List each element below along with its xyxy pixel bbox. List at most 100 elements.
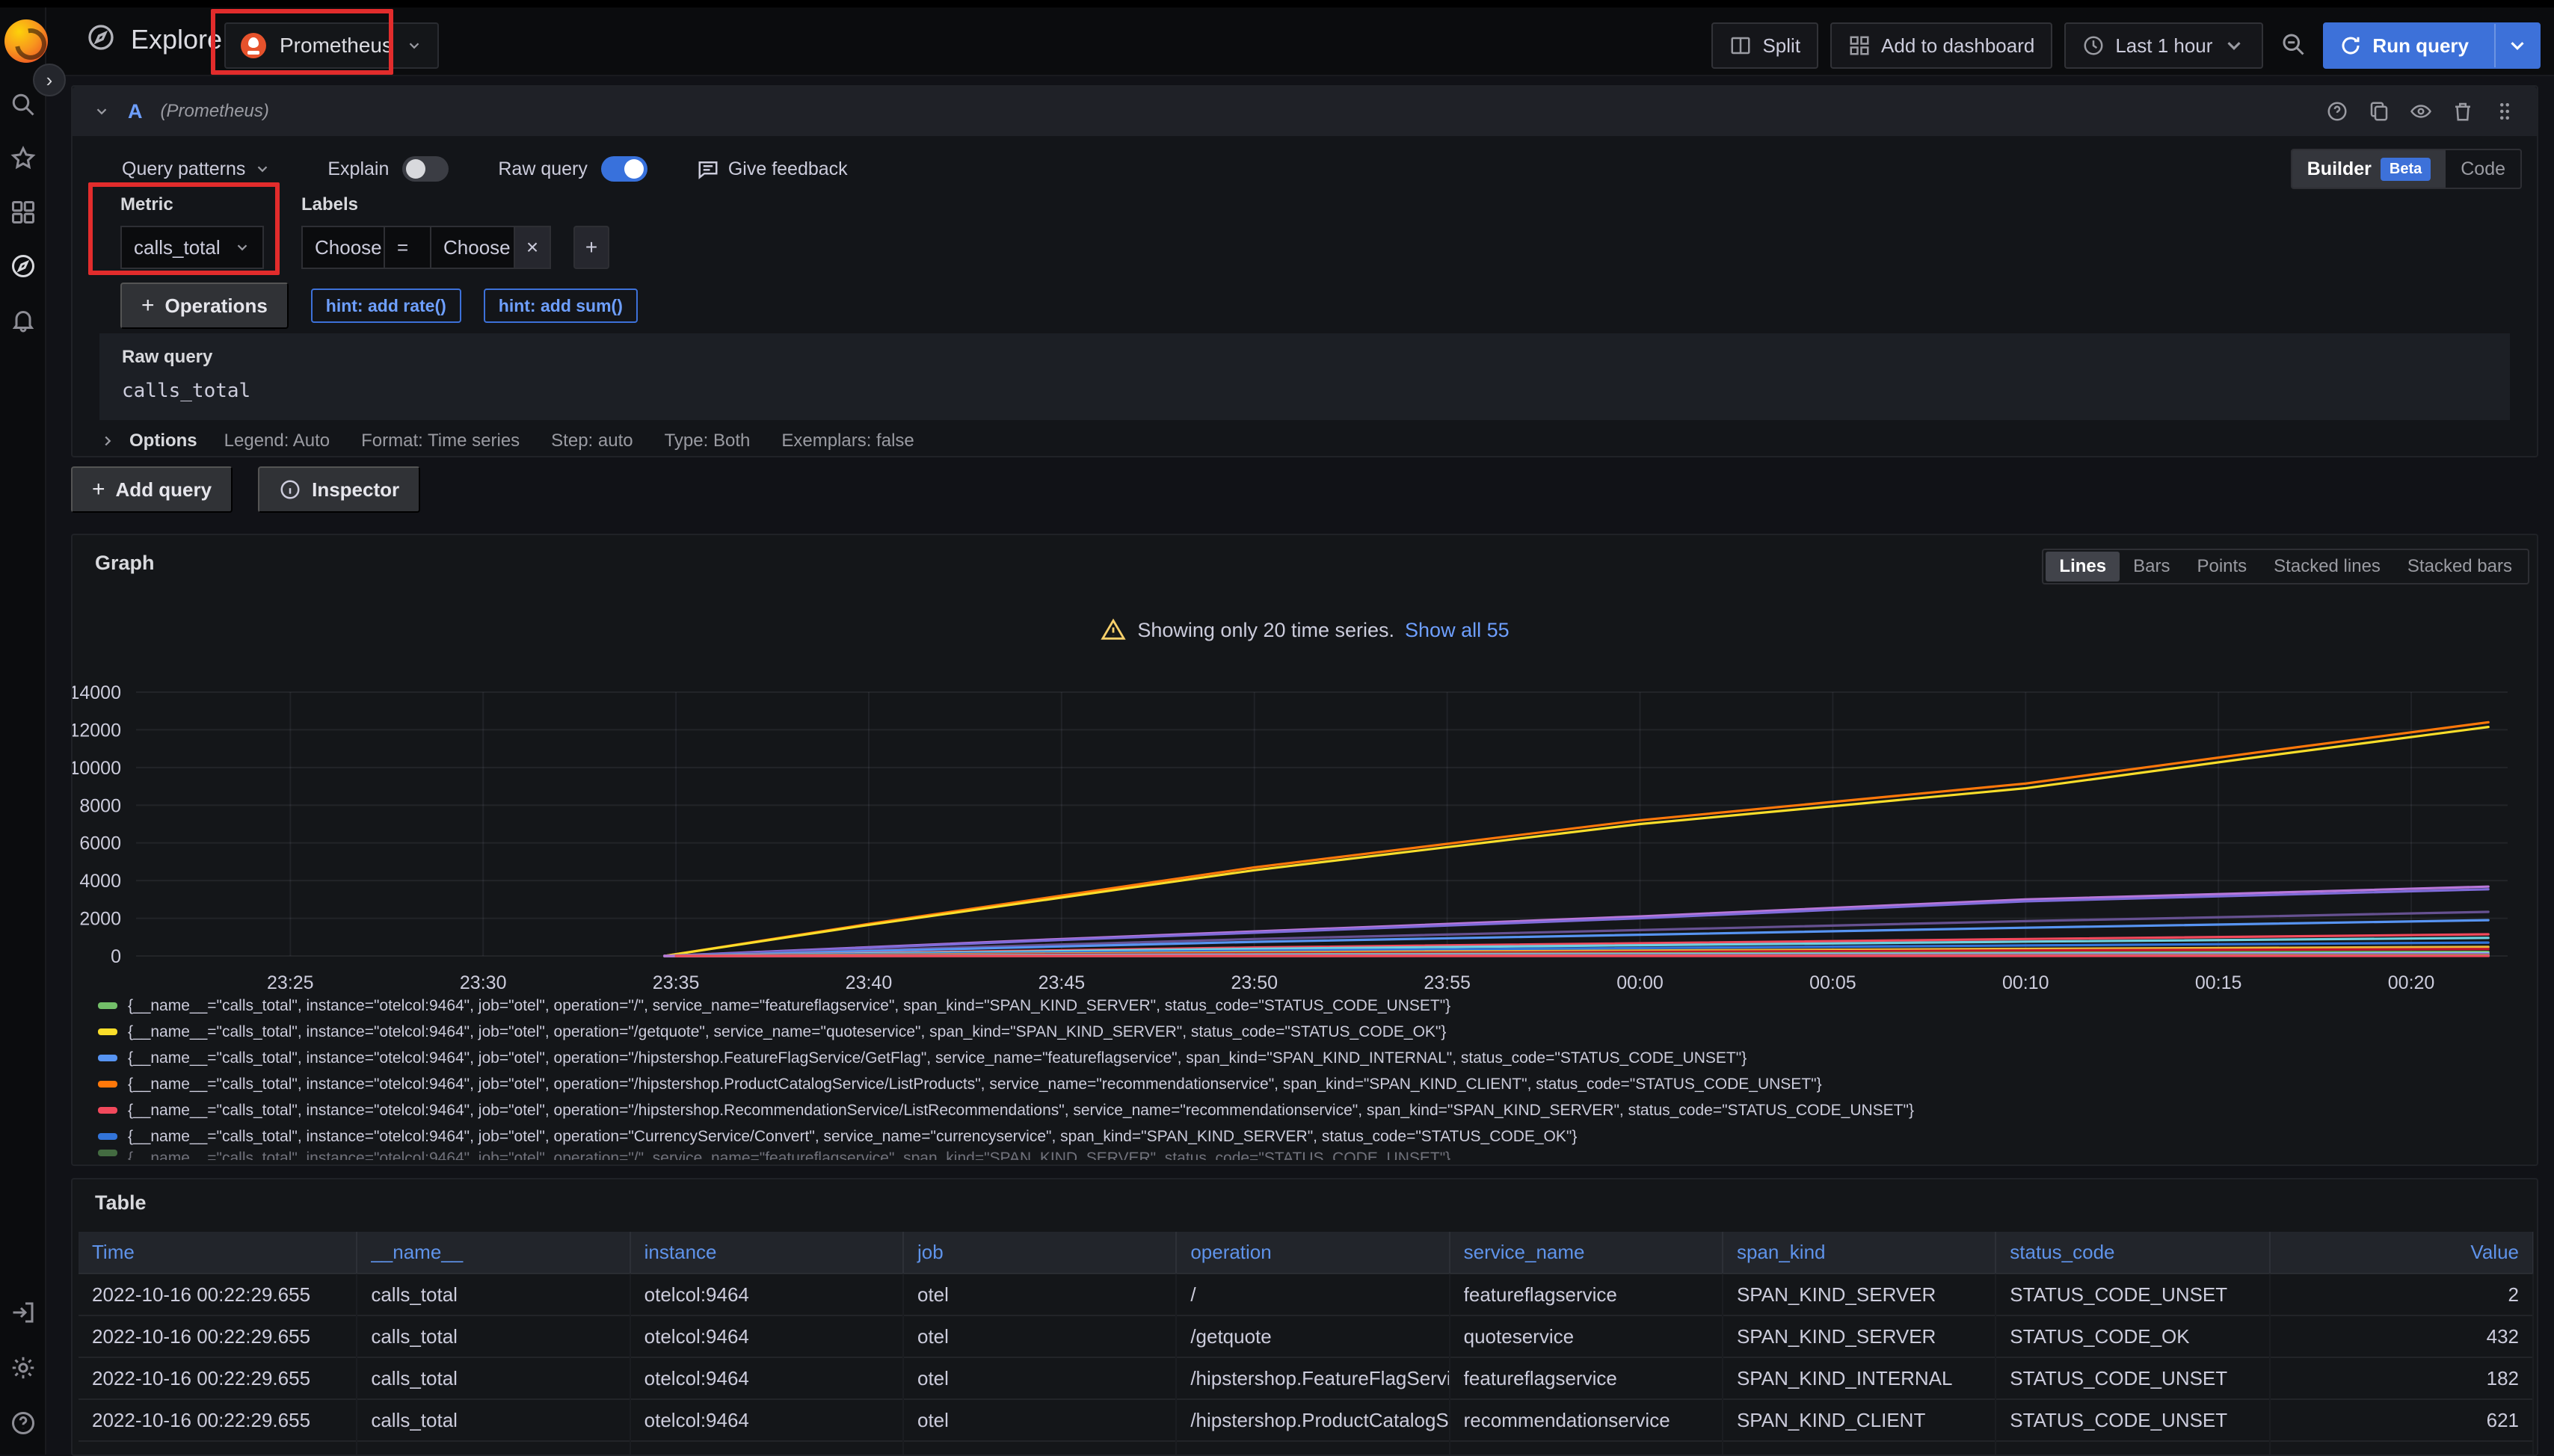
help-circle-icon[interactable] bbox=[2326, 100, 2348, 123]
legend-item[interactable]: {__name__="calls_total", instance="otelc… bbox=[98, 1097, 2522, 1123]
table-cell: otel bbox=[903, 1399, 1176, 1441]
eye-icon[interactable] bbox=[2410, 100, 2432, 123]
query-options-row[interactable]: Options Legend: AutoFormat: Time seriesS… bbox=[99, 425, 2510, 457]
inspector-button[interactable]: Inspector bbox=[258, 466, 420, 513]
collapse-chevron-icon[interactable] bbox=[93, 103, 110, 120]
legend-item[interactable]: {__name__="calls_total", instance="otelc… bbox=[98, 1045, 2522, 1071]
label-key-select[interactable]: Choose bbox=[301, 226, 385, 269]
table-cell: recommendationservice bbox=[1450, 1399, 1723, 1441]
add-query-button[interactable]: + Add query bbox=[71, 466, 233, 513]
query-option-item: Legend: Auto bbox=[224, 431, 330, 451]
raw-query-value: calls_total bbox=[122, 380, 2487, 402]
x-axis-tick-label: 23:50 bbox=[1231, 972, 1278, 993]
explore-compass-icon[interactable] bbox=[10, 253, 37, 280]
legend-label: {__name__="calls_total", instance="otelc… bbox=[128, 1023, 1446, 1041]
table-column-header-value[interactable]: Value bbox=[2270, 1232, 2533, 1274]
bell-icon[interactable] bbox=[10, 306, 37, 333]
table-cell: /hipstershop.ProductCatalogS… bbox=[1176, 1399, 1449, 1441]
metric-label: Metric bbox=[120, 194, 264, 215]
hint-add-rate-button[interactable]: hint: add rate() bbox=[311, 289, 461, 323]
trash-icon[interactable] bbox=[2452, 100, 2474, 123]
hint-add-sum-button[interactable]: hint: add sum() bbox=[484, 289, 638, 323]
tab-code[interactable]: Code bbox=[2446, 150, 2520, 188]
graph-panel: Graph LinesBarsPointsStacked linesStacke… bbox=[71, 534, 2538, 1166]
tab-builder[interactable]: Builder Beta bbox=[2292, 150, 2446, 188]
table-column-header-time[interactable]: Time bbox=[79, 1232, 357, 1274]
table-column-header-span-kind[interactable]: span_kind bbox=[1723, 1232, 1995, 1274]
label-value-select[interactable]: Choose bbox=[431, 226, 515, 269]
legend-swatch bbox=[98, 1055, 117, 1061]
drag-handle-icon[interactable] bbox=[2493, 100, 2516, 123]
x-axis-tick-label: 23:40 bbox=[846, 972, 893, 993]
x-axis-tick-label: 00:15 bbox=[2195, 972, 2242, 993]
y-axis-tick-label: 14000 bbox=[73, 682, 121, 703]
dashboards-apps-icon[interactable] bbox=[10, 199, 37, 226]
query-option-item: Exemplars: false bbox=[781, 431, 914, 451]
table-cell: calls_total bbox=[357, 1399, 630, 1441]
table-column-header--name-[interactable]: __name__ bbox=[357, 1232, 630, 1274]
time-range-picker[interactable]: Last 1 hour bbox=[2064, 22, 2263, 69]
operations-button[interactable]: + Operations bbox=[120, 283, 289, 329]
dashboard-grid-icon bbox=[1848, 34, 1871, 57]
legend-item[interactable]: {__name__="calls_total", instance="otelc… bbox=[98, 1123, 2522, 1150]
search-icon[interactable] bbox=[10, 91, 37, 118]
beta-badge: Beta bbox=[2381, 158, 2431, 181]
legend-item[interactable]: {__name__="calls_total", instance="otelc… bbox=[98, 993, 2522, 1019]
split-button[interactable]: Split bbox=[1711, 22, 1818, 69]
legend-label: {__name__="calls_total", instance="otelc… bbox=[128, 1128, 1577, 1146]
table-column-header-operation[interactable]: operation bbox=[1176, 1232, 1449, 1274]
table-cell: 2022-10-16 00:22:29.655 bbox=[79, 1441, 357, 1456]
table-column-header-service-name[interactable]: service_name bbox=[1450, 1232, 1723, 1274]
raw-query-toggle[interactable] bbox=[601, 156, 647, 182]
y-axis-tick-label: 10000 bbox=[73, 758, 121, 779]
table-cell: otelcol:9464 bbox=[630, 1274, 903, 1315]
copy-icon[interactable] bbox=[2368, 100, 2390, 123]
chevron-right-icon bbox=[99, 433, 116, 449]
clock-icon bbox=[2082, 34, 2105, 57]
label-operator-select[interactable]: = bbox=[385, 226, 431, 269]
chevron-down-icon bbox=[406, 37, 422, 54]
table-cell: featureflagservice bbox=[1450, 1274, 1723, 1315]
time-range-zoom-out-button[interactable] bbox=[2280, 31, 2307, 61]
table-cell: STATUS_CODE_UNSET bbox=[1995, 1274, 2269, 1315]
refresh-icon bbox=[2339, 34, 2362, 57]
table-column-header-job[interactable]: job bbox=[903, 1232, 1176, 1274]
star-icon[interactable] bbox=[10, 145, 37, 172]
chevron-down-icon bbox=[2223, 34, 2245, 57]
time-series-chart[interactable]: 0200040006000800010000120001400023:2523:… bbox=[73, 535, 2540, 999]
table-column-header-status-code[interactable]: status_code bbox=[1995, 1232, 2269, 1274]
query-row-header[interactable]: A (Prometheus) bbox=[73, 87, 2537, 136]
grafana-logo[interactable] bbox=[4, 19, 48, 63]
legend-item[interactable]: {__name__="calls_total", instance="otelc… bbox=[98, 1071, 2522, 1097]
add-label-filter-button[interactable]: + bbox=[573, 226, 609, 269]
run-query-dropdown[interactable] bbox=[2494, 24, 2539, 67]
table-cell: calls_total bbox=[357, 1357, 630, 1399]
query-editor-row: A (Prometheus) Query patterns Explain Ra… bbox=[71, 85, 2538, 457]
gear-icon[interactable] bbox=[10, 1354, 37, 1381]
legend-item[interactable]: {__name__="calls_total", instance="otelc… bbox=[98, 1019, 2522, 1045]
y-axis-tick-label: 12000 bbox=[73, 720, 121, 741]
remove-label-filter-button[interactable]: × bbox=[515, 226, 551, 269]
table-column-header-instance[interactable]: instance bbox=[630, 1232, 903, 1274]
give-feedback-link[interactable]: Give feedback bbox=[697, 158, 848, 180]
table-cell: otel bbox=[903, 1357, 1176, 1399]
legend-label: {__name__="calls_total", instance="otelc… bbox=[128, 1076, 1822, 1093]
table-cell: STATUS_CODE_UNSET bbox=[1995, 1441, 2269, 1456]
table-cell: otel bbox=[903, 1441, 1176, 1456]
prometheus-logo-icon bbox=[241, 33, 266, 58]
add-to-dashboard-button[interactable]: Add to dashboard bbox=[1830, 22, 2052, 69]
metric-select[interactable]: calls_total bbox=[120, 226, 264, 269]
datasource-picker[interactable]: Prometheus bbox=[224, 22, 439, 69]
table-cell: recommendationservice bbox=[1450, 1441, 1723, 1456]
explain-toggle[interactable] bbox=[402, 156, 449, 182]
table-cell: otel bbox=[903, 1274, 1176, 1315]
graph-legend: {__name__="calls_total", instance="otelc… bbox=[98, 993, 2522, 1162]
table-cell: 2022-10-16 00:22:29.655 bbox=[79, 1399, 357, 1441]
sidebar-expand-button[interactable]: › bbox=[33, 64, 66, 96]
legend-item-clipped[interactable]: {__name__="calls_total", instance="otelc… bbox=[98, 1150, 2522, 1160]
run-query-button[interactable]: Run query bbox=[2323, 22, 2541, 69]
sign-in-icon[interactable] bbox=[10, 1299, 37, 1326]
table-cell: 2022-10-16 00:22:29.655 bbox=[79, 1357, 357, 1399]
query-patterns-dropdown[interactable]: Query patterns bbox=[122, 158, 271, 180]
help-icon[interactable] bbox=[10, 1410, 37, 1437]
